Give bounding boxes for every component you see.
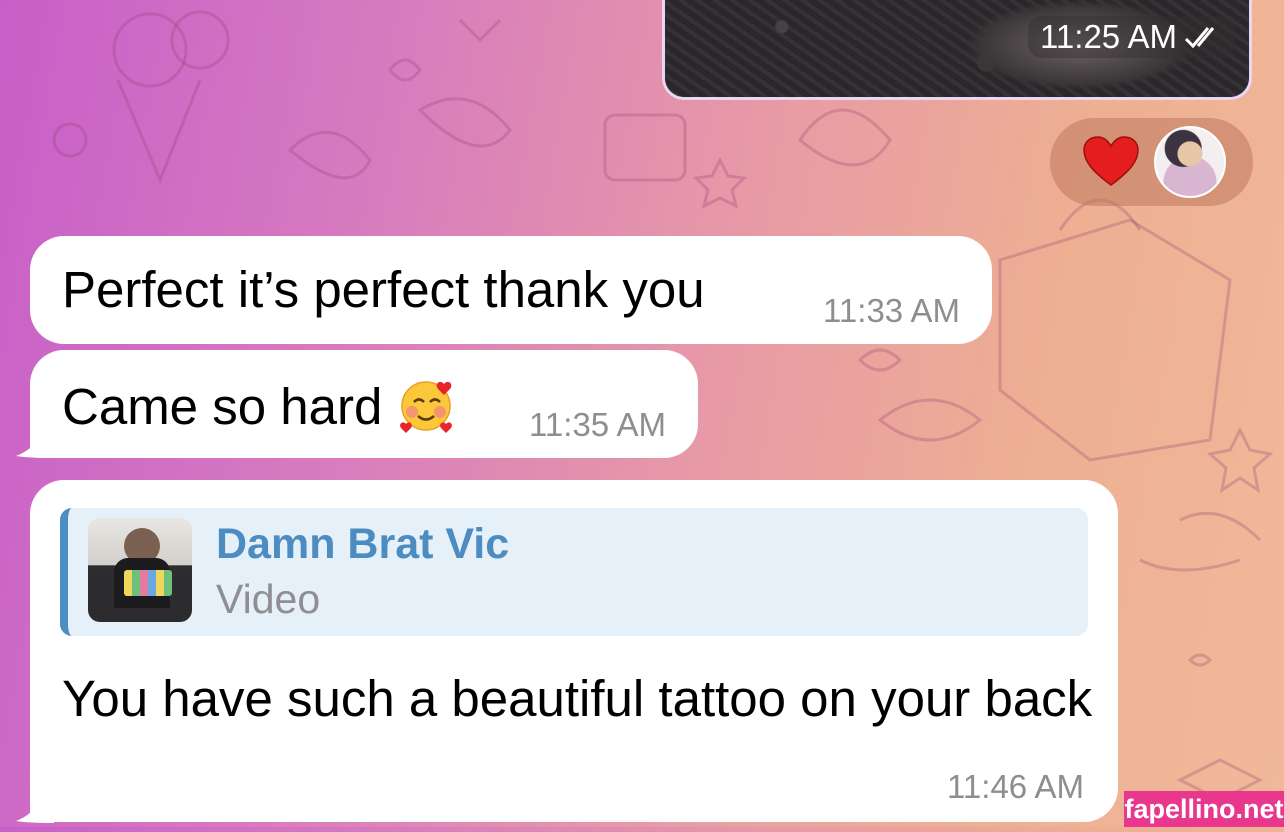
message-text: You have such a beautiful tattoo on your… [62,670,1093,727]
message-text: Came so hard [62,378,383,435]
reactor-avatar[interactable] [1154,126,1226,198]
message-timestamp: 11:33 AM [823,292,960,329]
smiling-face-with-hearts-icon [400,381,453,433]
message-timestamp: 11:46 AM [947,768,1084,805]
message-text-wrap: Came so hard [62,374,456,436]
reply-media-type: Video [216,576,321,622]
outgoing-media-message[interactable]: 11:25 AM [662,0,1252,100]
reply-sender-name: Damn Brat Vic [216,520,510,568]
incoming-message[interactable]: Came so hard 11:35 AM [30,350,698,458]
double-check-icon [1184,27,1215,49]
thumbnail-laptop [124,570,172,596]
message-timestamp: 11:35 AM [529,406,666,443]
reply-thumbnail [88,518,192,622]
message-text: Perfect it’s perfect thank you [62,261,705,318]
reaction-pill[interactable] [1050,118,1253,206]
watermark: fapellino.net [1124,791,1284,827]
heart-icon [1083,136,1139,186]
reply-quote[interactable]: Damn Brat Vic Video [60,508,1088,636]
message-timestamp: 11:25 AM [1028,16,1235,58]
incoming-message[interactable]: Perfect it’s perfect thank you 11:33 AM [30,236,992,344]
incoming-message[interactable]: Damn Brat Vic Video You have such a beau… [30,480,1118,822]
timestamp-text: 11:25 AM [1040,18,1177,55]
